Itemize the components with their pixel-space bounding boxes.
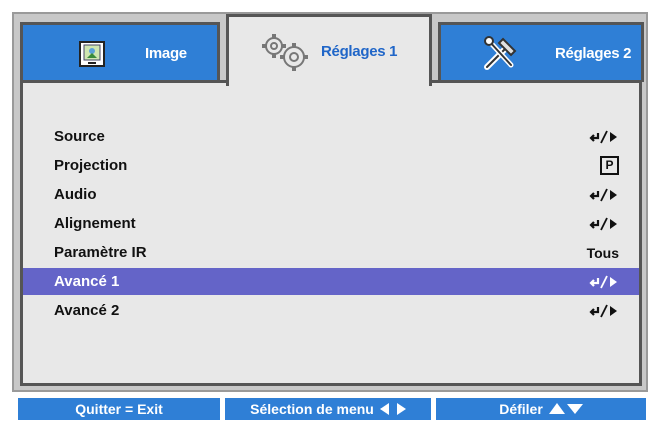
- menu-item-projection[interactable]: Projection P: [23, 152, 639, 179]
- footer-scroll: Défiler: [436, 398, 646, 420]
- enter-arrow-icon: [589, 188, 619, 202]
- menu-item-label: Source: [54, 128, 105, 145]
- enter-arrow-icon: [589, 130, 619, 144]
- menu-item-alignement[interactable]: Alignement: [23, 210, 639, 237]
- help-bar: Quitter = Exit Sélection de menu Défiler: [18, 398, 646, 420]
- ir-value: Tous: [586, 244, 619, 261]
- enter-arrow-icon: [589, 217, 619, 231]
- footer-exit: Quitter = Exit: [18, 398, 220, 420]
- tab-image-label: Image: [145, 45, 187, 62]
- menu-item-label: Audio: [54, 186, 97, 203]
- tab-reglages-1[interactable]: Réglages 1: [226, 14, 432, 86]
- menu-item-audio[interactable]: Audio: [23, 181, 639, 208]
- menu-item-parametre-ir[interactable]: Paramètre IR Tous: [23, 239, 639, 266]
- projection-value: P: [600, 156, 619, 175]
- menu-item-label: Projection: [54, 157, 128, 174]
- tab-image[interactable]: Image: [20, 22, 220, 82]
- settings-panel: Source Projection P Audio Alignement Par…: [20, 80, 642, 386]
- projection-icon: P: [600, 156, 619, 175]
- up-down-arrows-icon: [548, 403, 583, 415]
- tools-icon: [481, 35, 519, 73]
- footer-exit-label: Quitter = Exit: [75, 401, 163, 417]
- projector-osd-menu: Image Réglages 1 Réglages 2 Source Proje…: [12, 12, 648, 392]
- footer-scroll-label: Défiler: [499, 401, 543, 417]
- enter-arrow-icon: [589, 275, 619, 289]
- footer-select: Sélection de menu: [225, 398, 431, 420]
- gears-icon: [259, 33, 311, 71]
- image-icon: [79, 40, 105, 67]
- tab-reglages-2[interactable]: Réglages 2: [438, 22, 644, 82]
- enter-arrow-icon: [589, 304, 619, 318]
- menu-item-label: Alignement: [54, 215, 136, 232]
- menu-item-label: Avancé 1: [54, 273, 120, 290]
- tab-reglages-1-label: Réglages 1: [321, 43, 398, 60]
- menu-item-avance-1[interactable]: Avancé 1: [23, 268, 639, 295]
- footer-select-label: Sélection de menu: [250, 401, 374, 417]
- menu-item-source[interactable]: Source: [23, 123, 639, 150]
- menu-item-avance-2[interactable]: Avancé 2: [23, 297, 639, 324]
- menu-item-label: Avancé 2: [54, 302, 120, 319]
- tab-reglages-2-label: Réglages 2: [555, 45, 632, 62]
- left-right-arrows-icon: [379, 403, 406, 415]
- menu-item-label: Paramètre IR: [54, 244, 147, 261]
